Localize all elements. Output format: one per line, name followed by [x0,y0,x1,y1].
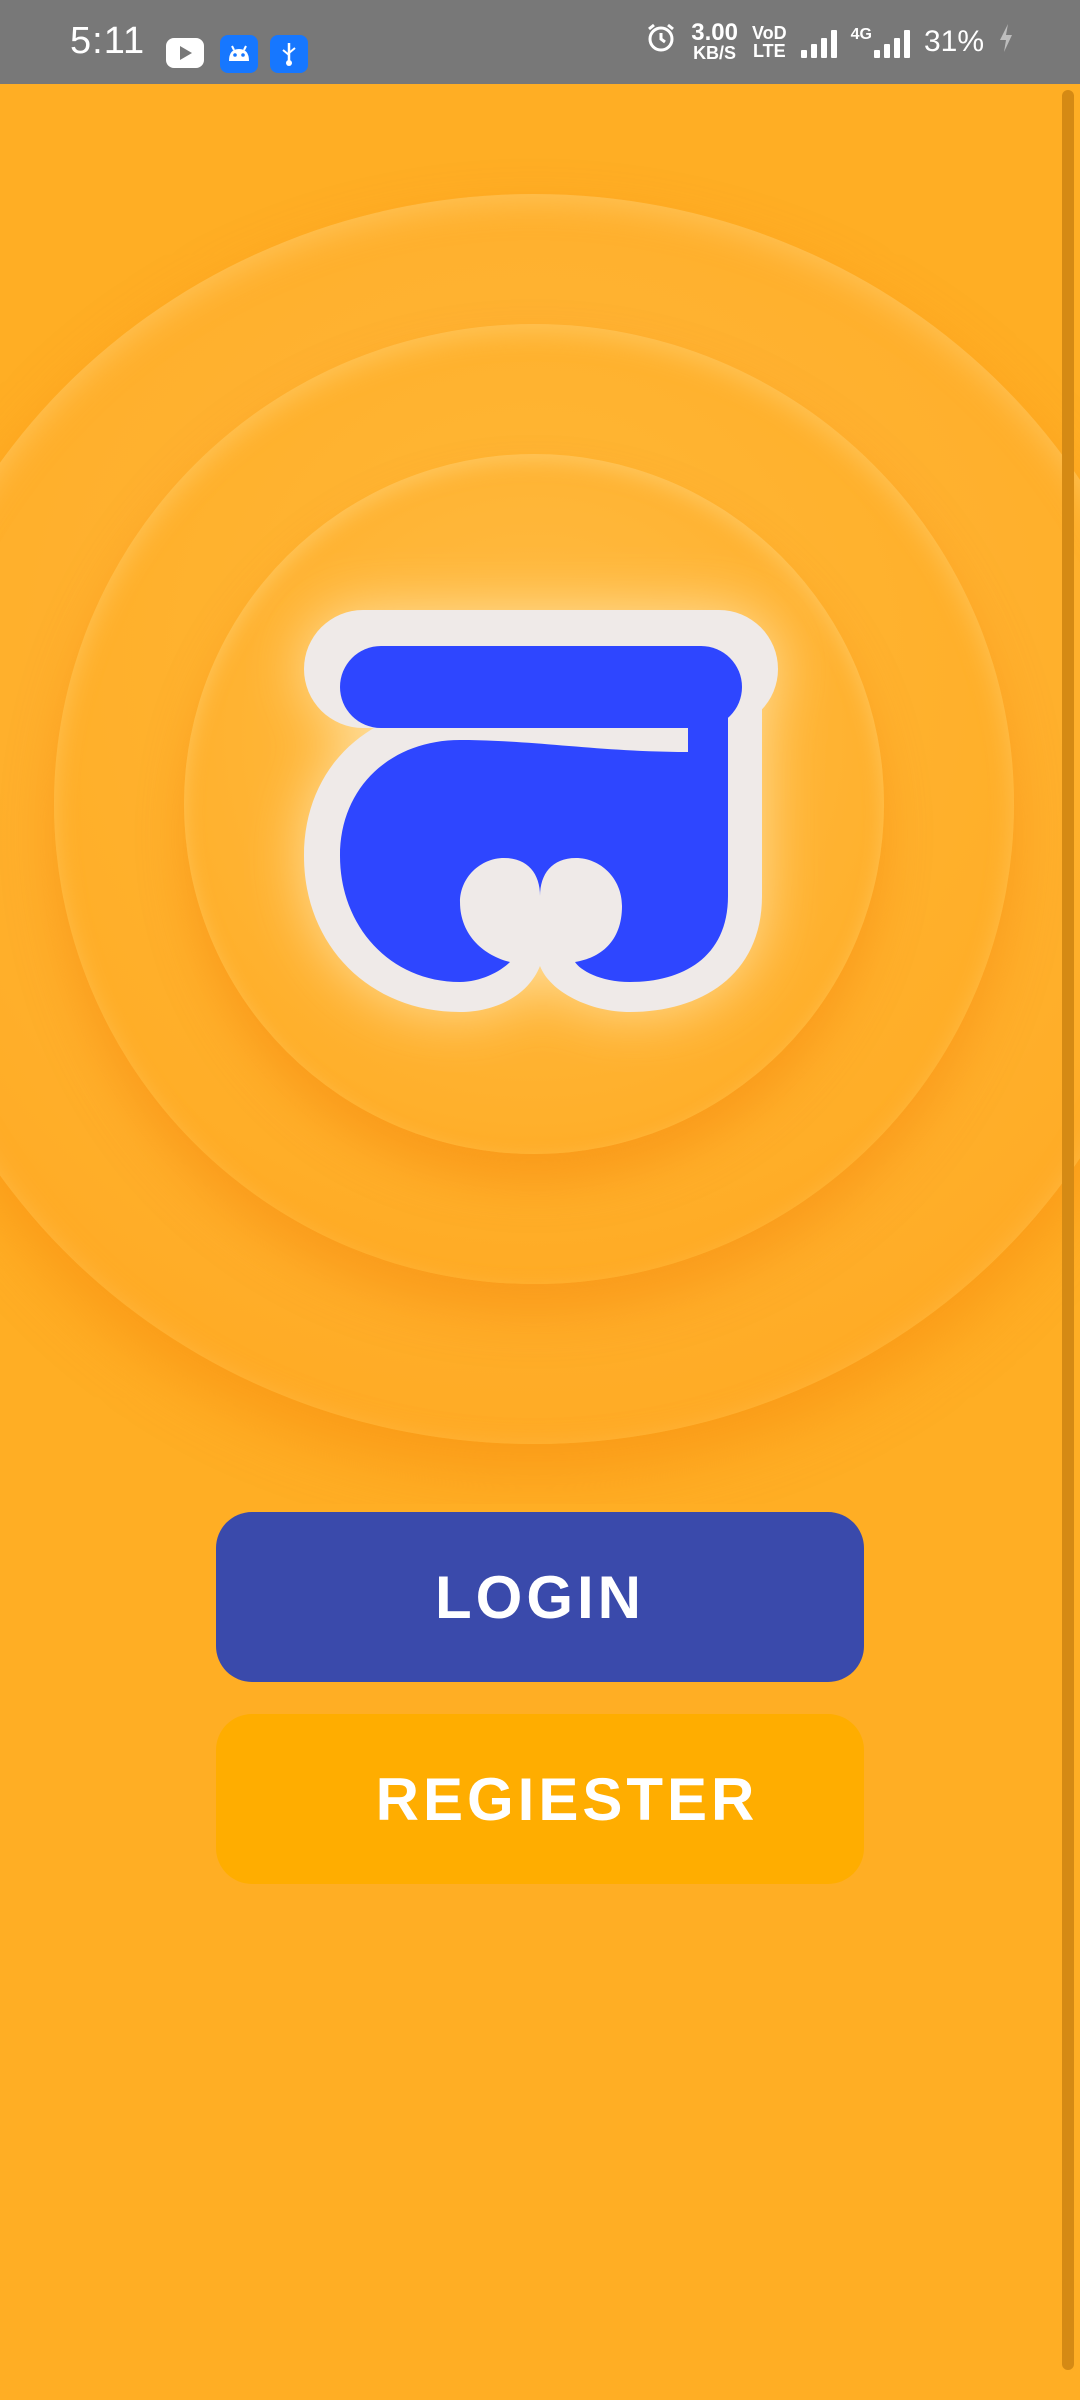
network-speed: 3.00 KB/S [691,19,738,63]
register-button[interactable]: REGIESTER [216,1714,864,1884]
signal-icon-2 [873,26,910,58]
network-speed-value: 3.00 [691,19,738,46]
scrollbar[interactable] [1062,90,1074,2370]
youtube-icon [166,38,204,68]
battery-level: 31% [923,25,984,58]
status-bar: 5:11 3.00 KB/S VoD LTE 4G 31% [0,0,1080,84]
network-type: 4G [850,26,872,43]
signal-icon [800,26,837,58]
volte-top-label: VoD [751,23,787,43]
usb-icon [270,35,308,73]
volte-bottom-label: LTE [752,41,786,61]
alarm-icon [645,22,677,62]
login-button[interactable]: LOGIN [216,1512,864,1682]
app-logo-icon [304,610,778,1012]
battery-charging-icon [998,23,1014,61]
android-icon [220,35,258,73]
network-speed-unit: KB/S [693,43,737,63]
status-time: 5:11 [70,20,146,62]
volte-indicator: VoD LTE [752,24,787,60]
